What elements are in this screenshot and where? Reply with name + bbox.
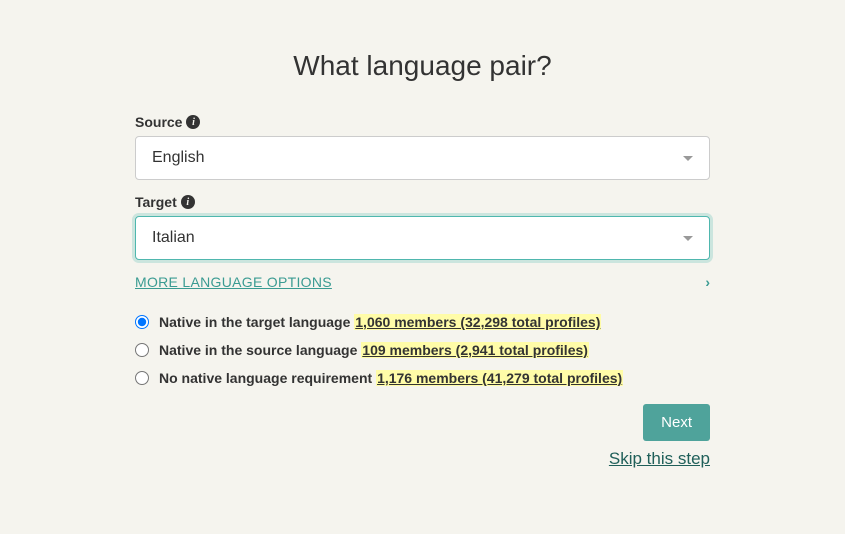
more-language-options-link[interactable]: MORE LANGUAGE OPTIONS xyxy=(135,274,332,290)
chevron-down-icon xyxy=(683,156,693,161)
radio-native-target[interactable]: Native in the target language 1,060 memb… xyxy=(135,314,710,330)
skip-link[interactable]: Skip this step xyxy=(609,449,710,469)
radio-native-source[interactable]: Native in the source language 109 member… xyxy=(135,342,710,358)
radio-native-source-input[interactable] xyxy=(135,343,149,357)
source-label-text: Source xyxy=(135,114,182,130)
target-label-text: Target xyxy=(135,194,177,210)
info-icon[interactable]: i xyxy=(186,115,200,129)
radio-native-target-stat: 1,060 members (32,298 total profiles) xyxy=(354,314,601,330)
target-select[interactable]: Italian xyxy=(135,216,710,260)
radio-native-target-input[interactable] xyxy=(135,315,149,329)
more-options-row: MORE LANGUAGE OPTIONS › xyxy=(135,274,710,290)
source-select[interactable]: English xyxy=(135,136,710,180)
radio-no-native[interactable]: No native language requirement 1,176 mem… xyxy=(135,370,710,386)
actions-row: Next Skip this step xyxy=(135,404,710,469)
source-select-value: English xyxy=(152,149,204,167)
info-icon[interactable]: i xyxy=(181,195,195,209)
radio-native-source-stat: 109 members (2,941 total profiles) xyxy=(361,342,589,358)
chevron-down-icon xyxy=(683,236,693,241)
chevron-right-icon[interactable]: › xyxy=(705,274,710,290)
radio-native-target-label: Native in the target language xyxy=(159,314,350,330)
next-button[interactable]: Next xyxy=(643,404,710,441)
radio-native-source-label: Native in the source language xyxy=(159,342,357,358)
radio-no-native-stat: 1,176 members (41,279 total profiles) xyxy=(376,370,623,386)
target-label: Target i xyxy=(135,194,710,210)
target-select-value: Italian xyxy=(152,229,195,247)
radio-no-native-label: No native language requirement xyxy=(159,370,372,386)
page-title: What language pair? xyxy=(135,50,710,82)
radio-no-native-input[interactable] xyxy=(135,371,149,385)
source-label: Source i xyxy=(135,114,710,130)
